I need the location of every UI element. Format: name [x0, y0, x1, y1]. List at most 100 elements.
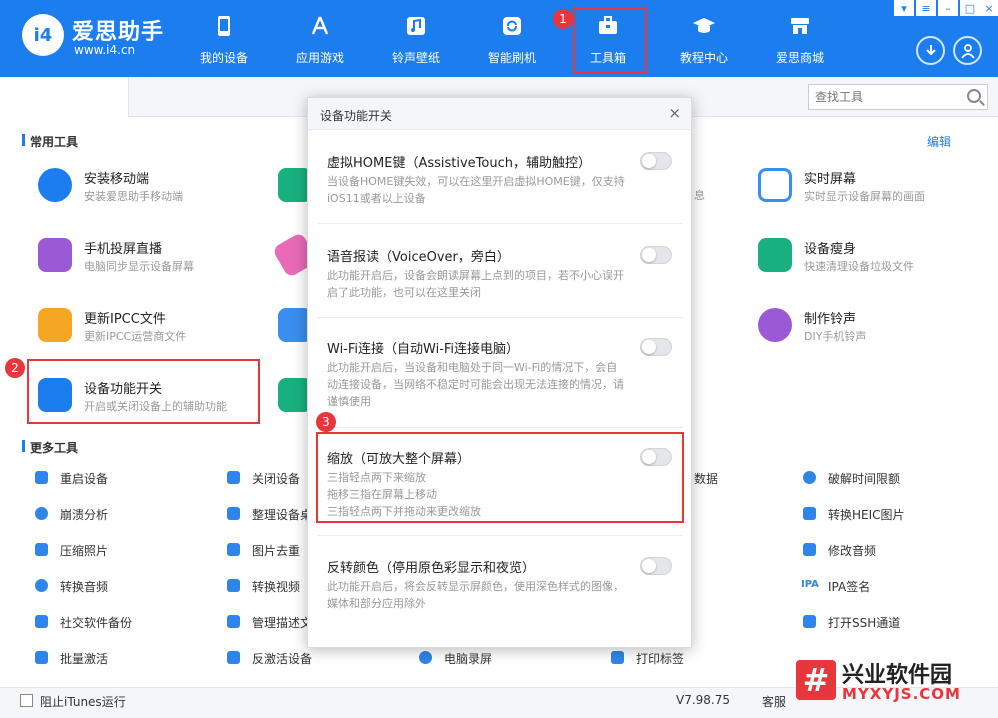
invert-colors-toggle[interactable] [640, 557, 672, 575]
check-box-icon [35, 651, 48, 664]
tshirt-icon: ▾ [901, 1, 907, 15]
video-icon [227, 579, 240, 592]
tool-label: 图片去重 [252, 544, 301, 558]
tool-realtime-screen[interactable]: 实时屏幕 实时显示设备屏幕的画面 [758, 164, 988, 208]
tool-label: 重启设备 [60, 472, 109, 486]
download-icon [925, 44, 936, 55]
tool-partial-trash[interactable] [278, 374, 312, 418]
tool-convert-video[interactable]: 转换视频 [227, 576, 307, 596]
nav-shop[interactable]: 爱思商城 [761, 0, 839, 77]
ipcc-icon [38, 308, 72, 342]
option-voiceover: 语音报读（VoiceOver，旁白） 此功能开启后，设备会朗读屏幕上点到的项目，… [318, 246, 683, 318]
highlight-zoom-option [316, 432, 684, 523]
tool-label: 转换HEIC图片 [828, 508, 905, 522]
menu-icon: ≡ [921, 1, 931, 15]
close-icon[interactable]: × [668, 104, 681, 122]
step-badge-1: 1 [553, 9, 573, 29]
maximize-button[interactable]: □ [960, 0, 980, 16]
tool-desc: 实时显示设备屏幕的画面 [804, 190, 925, 203]
tool-label: 崩溃分析 [60, 508, 109, 522]
tool-name: 实时屏幕 [804, 172, 857, 187]
tool-name: 制作铃声 [804, 312, 857, 327]
customer-service-link[interactable]: 客服 [762, 693, 786, 710]
tool-edit-audio[interactable]: 修改音频 [803, 540, 973, 560]
section-more-tools: 更多工具 [21, 440, 79, 455]
broom-icon [758, 238, 792, 272]
maximize-icon: □ [964, 1, 976, 15]
nav-tutorials[interactable]: 教程中心 [665, 0, 743, 77]
edit-link[interactable]: 编辑 [927, 133, 951, 150]
close-window-button[interactable]: × [980, 0, 998, 16]
tool-name: 手机投屏直播 [84, 242, 163, 257]
tool-dedupe-images[interactable]: 图片去重 [227, 540, 307, 560]
tool-name: 设备瘦身 [804, 242, 857, 257]
download-button[interactable] [916, 36, 945, 65]
tool-open-ssh[interactable]: 打开SSH通道 [803, 612, 973, 632]
nav-ringtones[interactable]: 铃声壁纸 [377, 0, 455, 77]
tool-deactivate-device[interactable]: 反激活设备 [227, 648, 397, 668]
search-icon[interactable] [967, 89, 981, 103]
tool-print-label[interactable]: 打印标签 [611, 648, 781, 668]
block-itunes-label[interactable]: 阻止iTunes运行 [40, 693, 126, 710]
wifi-connect-toggle[interactable] [640, 338, 672, 356]
user-button[interactable] [953, 36, 982, 65]
profile-icon [227, 615, 240, 628]
app-url: www.i4.cn [74, 43, 136, 57]
convert-image-icon [803, 507, 816, 520]
tool-label: 打开SSH通道 [828, 616, 901, 630]
record-icon [419, 651, 432, 664]
tool-ipa-sign[interactable]: IPA IPA签名 [801, 576, 973, 596]
app-store-icon [311, 16, 329, 35]
tool-partial-layers[interactable] [278, 164, 312, 208]
minimize-icon: – [945, 1, 951, 15]
close-icon: × [984, 1, 994, 15]
tool-label: 管理描述文 [252, 616, 313, 630]
tool-manage-profiles[interactable]: 管理描述文 [227, 612, 312, 632]
tool-shutdown-device[interactable]: 关闭设备 [227, 468, 307, 488]
graduation-cap-icon [693, 18, 715, 33]
tool-label: 压缩照片 [60, 544, 109, 558]
tool-batch-activate[interactable]: 批量激活 [35, 648, 205, 668]
tool-label: 电脑录屏 [444, 652, 493, 666]
minimize-button[interactable]: – [938, 0, 958, 16]
tool-screen-mirror[interactable]: 手机投屏直播 电脑同步显示设备屏幕 [38, 234, 268, 278]
partial-text: 息 [694, 189, 705, 202]
nav-apps-games[interactable]: 应用游戏 [281, 0, 359, 77]
tool-screen-time[interactable]: 破解时间限额 [803, 468, 973, 488]
tool-label: 整理设备桌 [252, 508, 313, 522]
tool-make-ringtone[interactable]: 制作铃声 DIY手机铃声 [758, 304, 988, 348]
block-itunes-checkbox[interactable] [20, 694, 33, 707]
nav-my-device[interactable]: 我的设备 [185, 0, 263, 77]
tool-partial-transfer[interactable] [278, 304, 312, 348]
tool-organize-desktop[interactable]: 整理设备桌 [227, 504, 312, 524]
nav-flash[interactable]: 智能刷机 [473, 0, 551, 77]
tool-label: 反激活设备 [252, 652, 313, 666]
shop-icon [791, 18, 809, 34]
tool-update-ipcc[interactable]: 更新IPCC文件 更新IPCC运营商文件 [38, 304, 268, 348]
i4-icon [38, 168, 72, 202]
option-title: 语音报读（VoiceOver，旁白） [327, 250, 510, 265]
tool-screen-record[interactable]: 电脑录屏 [419, 648, 589, 668]
option-wifi-connect: Wi-Fi连接（自动Wi-Fi连接电脑） 此功能开启后，当设备和电脑处于同一Wi… [318, 338, 683, 428]
chat-icon [35, 615, 48, 628]
tool-convert-audio[interactable]: 转换音频 [35, 576, 205, 596]
assistive-touch-toggle[interactable] [640, 152, 672, 170]
search-input[interactable] [809, 85, 959, 109]
search-box[interactable] [808, 84, 988, 110]
audio-wave-icon [35, 579, 48, 592]
tool-restart-device[interactable]: 重启设备 [35, 468, 205, 488]
menu-button[interactable]: ≡ [916, 0, 936, 16]
tool-social-backup[interactable]: 社交软件备份 [35, 612, 205, 632]
image-chart-icon [227, 543, 240, 556]
tool-install-mobile[interactable]: 安装移动端 安装爱思助手移动端 [38, 164, 268, 208]
tool-convert-heic[interactable]: 转换HEIC图片 [803, 504, 973, 524]
voiceover-toggle[interactable] [640, 246, 672, 264]
skin-button[interactable]: ▾ [894, 0, 914, 16]
highlight-toolbox [573, 7, 647, 74]
tool-device-cleanup[interactable]: 设备瘦身 快速清理设备垃圾文件 [758, 234, 988, 278]
tool-crash-analysis[interactable]: 崩溃分析 [35, 504, 205, 524]
app-brand: 爱思助手 [72, 20, 165, 45]
tool-partial-eraser[interactable] [271, 231, 319, 279]
tool-compress-photo[interactable]: 压缩照片 [35, 540, 205, 560]
nav-label: 铃声壁纸 [391, 51, 440, 65]
